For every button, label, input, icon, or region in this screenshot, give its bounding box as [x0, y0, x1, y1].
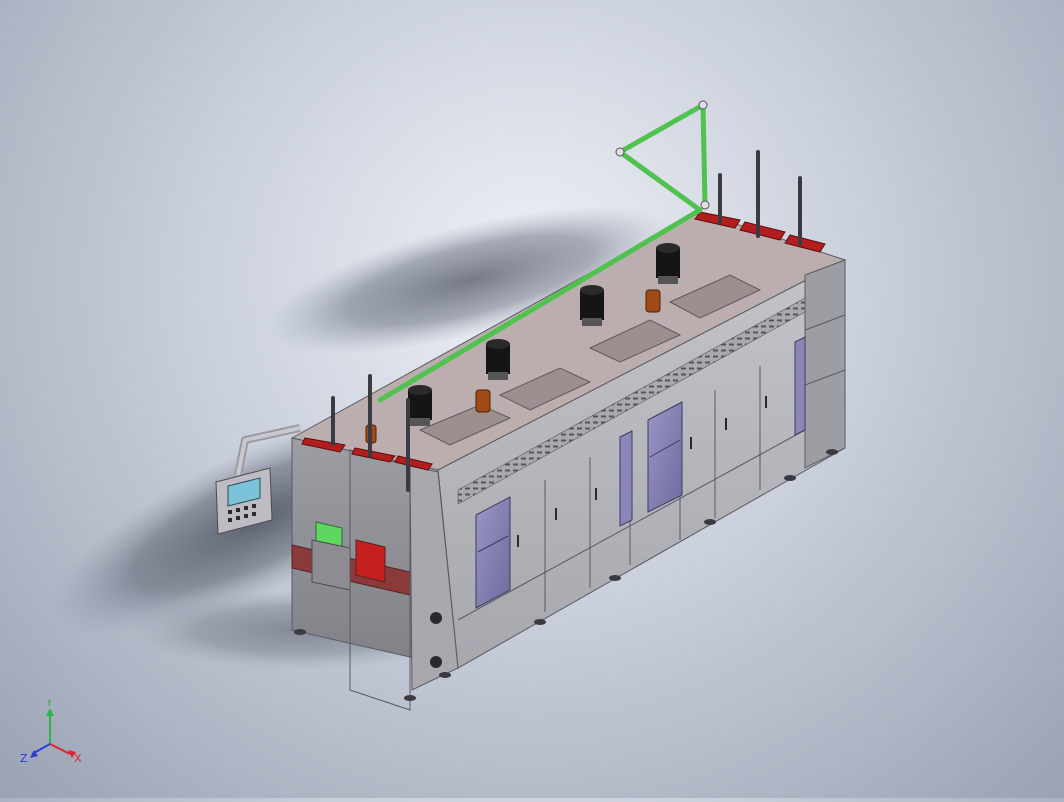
- motor-1: [408, 385, 432, 426]
- port-2: [430, 656, 442, 668]
- access-door-1[interactable]: [475, 496, 511, 609]
- access-door-2[interactable]: [647, 401, 683, 513]
- machine-model[interactable]: [0, 0, 1064, 798]
- access-door-3[interactable]: [619, 430, 633, 527]
- pipe-joints: [615, 100, 710, 210]
- motor-3: [580, 285, 604, 326]
- motor-4: [656, 243, 680, 284]
- x-axis-line: [49, 743, 71, 755]
- right-end-block: [804, 259, 846, 469]
- motor-2: [486, 339, 510, 380]
- access-door-4[interactable]: [794, 336, 806, 436]
- machine-body[interactable]: [215, 100, 847, 711]
- y-axis-arrow: [46, 708, 54, 716]
- cad-viewport[interactable]: Y X Z: [0, 0, 1064, 798]
- coordinate-triad: Y X Z: [20, 700, 82, 765]
- y-axis-label: Y: [45, 700, 53, 709]
- port-1: [430, 612, 442, 624]
- z-axis-label: Z: [20, 752, 28, 765]
- x-axis-label: X: [74, 752, 82, 765]
